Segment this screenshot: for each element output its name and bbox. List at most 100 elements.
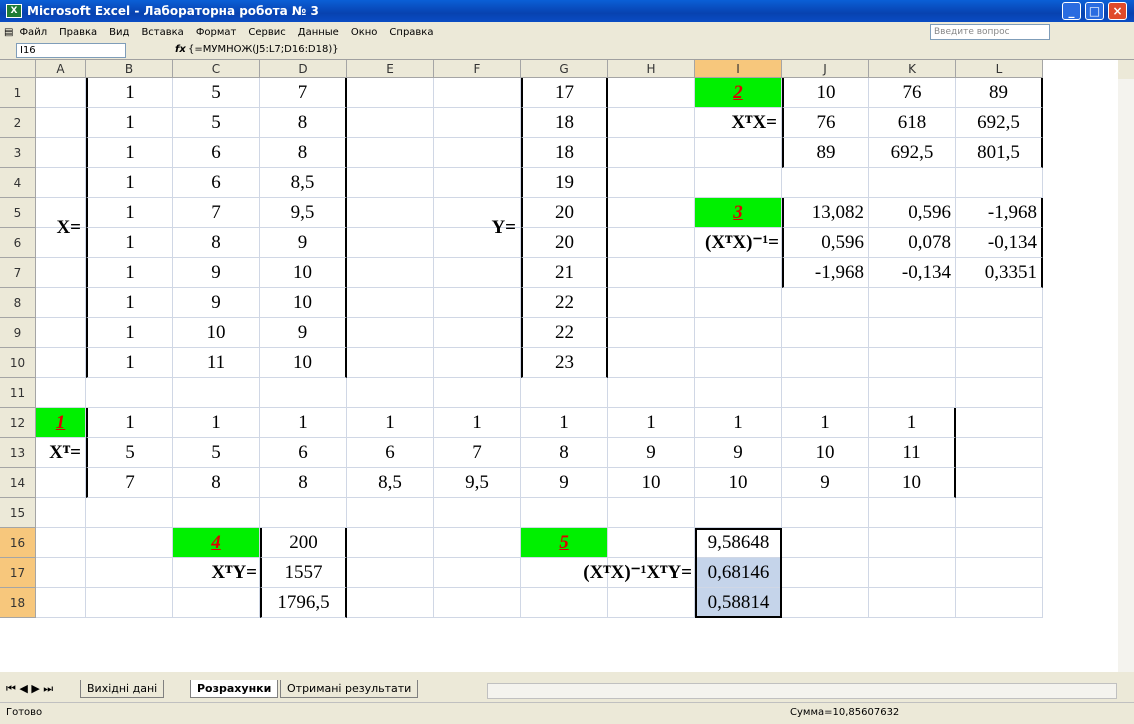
grid-cell[interactable] bbox=[36, 558, 86, 588]
row-header[interactable]: 7 bbox=[0, 258, 36, 288]
x-matrix-cell[interactable]: 10 bbox=[260, 348, 347, 378]
grid-cell[interactable] bbox=[36, 498, 86, 528]
grid-cell[interactable] bbox=[347, 348, 434, 378]
xtx-matrix-cell[interactable]: 801,5 bbox=[956, 138, 1043, 168]
y-label[interactable]: Y= bbox=[434, 198, 521, 258]
x-matrix-cell[interactable]: 6 bbox=[173, 138, 260, 168]
y-vector-cell[interactable]: 22 bbox=[521, 288, 608, 318]
grid-cell[interactable] bbox=[956, 528, 1043, 558]
grid-cell[interactable] bbox=[608, 228, 695, 258]
xt-matrix-cell[interactable]: 1 bbox=[347, 408, 434, 438]
row-header[interactable]: 10 bbox=[0, 348, 36, 378]
grid-cell[interactable] bbox=[347, 288, 434, 318]
column-header[interactable]: K bbox=[869, 60, 956, 78]
row-header[interactable]: 17 bbox=[0, 558, 36, 588]
grid-cell[interactable] bbox=[869, 168, 956, 198]
xt-matrix-cell[interactable]: 9 bbox=[782, 468, 869, 498]
step-2-marker[interactable]: 2 bbox=[695, 78, 782, 108]
grid-cell[interactable] bbox=[173, 378, 260, 408]
grid-cell[interactable] bbox=[36, 78, 86, 108]
xty-vector-cell[interactable]: 1557 bbox=[260, 558, 347, 588]
x-matrix-cell[interactable]: 8 bbox=[173, 228, 260, 258]
x-matrix-cell[interactable]: 1 bbox=[86, 168, 173, 198]
grid-cell[interactable] bbox=[173, 498, 260, 528]
result-vector-cell[interactable]: 0,68146 bbox=[695, 558, 782, 588]
close-icon[interactable]: × bbox=[1108, 2, 1127, 20]
grid-cell[interactable] bbox=[695, 378, 782, 408]
inverse-matrix-cell[interactable]: -1,968 bbox=[782, 258, 869, 288]
result-vector-cell[interactable]: 0,58814 bbox=[695, 588, 782, 618]
grid-cell[interactable] bbox=[869, 588, 956, 618]
grid-cell[interactable] bbox=[608, 198, 695, 228]
y-vector-cell[interactable]: 23 bbox=[521, 348, 608, 378]
row-header[interactable]: 15 bbox=[0, 498, 36, 528]
grid-cell[interactable] bbox=[347, 378, 434, 408]
inverse-matrix-cell[interactable]: 0,596 bbox=[869, 198, 956, 228]
y-vector-cell[interactable]: 20 bbox=[521, 228, 608, 258]
y-vector-cell[interactable]: 19 bbox=[521, 168, 608, 198]
grid-cell[interactable] bbox=[608, 588, 695, 618]
row-header[interactable]: 12 bbox=[0, 408, 36, 438]
x-matrix-cell[interactable]: 11 bbox=[173, 348, 260, 378]
grid-cell[interactable] bbox=[956, 408, 1043, 438]
grid-cell[interactable] bbox=[347, 258, 434, 288]
grid-cell[interactable] bbox=[869, 498, 956, 528]
menu-item-3[interactable]: Вставка bbox=[141, 27, 183, 38]
row-header[interactable]: 4 bbox=[0, 168, 36, 198]
grid-cell[interactable] bbox=[695, 498, 782, 528]
select-all[interactable] bbox=[0, 60, 36, 78]
grid-cell[interactable] bbox=[608, 378, 695, 408]
grid-cell[interactable] bbox=[608, 168, 695, 198]
x-matrix-cell[interactable]: 6 bbox=[173, 168, 260, 198]
grid-cell[interactable] bbox=[86, 588, 173, 618]
grid-cell[interactable] bbox=[782, 288, 869, 318]
grid-cell[interactable] bbox=[956, 468, 1043, 498]
x-matrix-cell[interactable]: 9 bbox=[173, 288, 260, 318]
horizontal-scrollbar[interactable] bbox=[487, 683, 1117, 699]
grid-cell[interactable] bbox=[86, 558, 173, 588]
xt-matrix-cell[interactable]: 11 bbox=[869, 438, 956, 468]
grid-cell[interactable] bbox=[347, 528, 434, 558]
sheet-tab[interactable]: Розрахунки bbox=[190, 680, 279, 698]
xt-matrix-cell[interactable]: 9 bbox=[608, 438, 695, 468]
grid-cell[interactable] bbox=[869, 558, 956, 588]
grid-cell[interactable] bbox=[434, 588, 521, 618]
row-header[interactable]: 5 bbox=[0, 198, 36, 228]
menu-item-1[interactable]: Правка bbox=[59, 27, 97, 38]
x-matrix-cell[interactable]: 9 bbox=[173, 258, 260, 288]
ask-question-input[interactable]: Введите вопрос bbox=[930, 24, 1050, 40]
grid-cell[interactable] bbox=[36, 378, 86, 408]
x-matrix-cell[interactable]: 5 bbox=[173, 108, 260, 138]
xt-matrix-cell[interactable]: 8 bbox=[521, 438, 608, 468]
grid-cell[interactable] bbox=[86, 498, 173, 528]
grid-cell[interactable] bbox=[434, 258, 521, 288]
xtx-matrix-cell[interactable]: 76 bbox=[782, 108, 869, 138]
grid-cell[interactable] bbox=[608, 258, 695, 288]
grid-cell[interactable] bbox=[260, 378, 347, 408]
maximize-icon[interactable]: □ bbox=[1085, 2, 1104, 20]
x-matrix-cell[interactable]: 10 bbox=[173, 318, 260, 348]
menu-item-7[interactable]: Окно bbox=[351, 27, 378, 38]
inverse-matrix-cell[interactable]: 0,3351 bbox=[956, 258, 1043, 288]
inverse-matrix-cell[interactable]: 0,078 bbox=[869, 228, 956, 258]
menu-item-2[interactable]: Вид bbox=[109, 27, 129, 38]
grid-cell[interactable] bbox=[869, 318, 956, 348]
grid-cell[interactable] bbox=[608, 348, 695, 378]
result-label[interactable]: (XᵀX)⁻¹XᵀY= bbox=[521, 558, 695, 588]
x-matrix-cell[interactable]: 9 bbox=[260, 318, 347, 348]
y-vector-cell[interactable]: 20 bbox=[521, 198, 608, 228]
y-vector-cell[interactable]: 17 bbox=[521, 78, 608, 108]
menu-item-0[interactable]: Файл bbox=[19, 27, 47, 38]
grid-cell[interactable] bbox=[608, 528, 695, 558]
inverse-matrix-cell[interactable]: -0,134 bbox=[869, 258, 956, 288]
column-header[interactable]: F bbox=[434, 60, 521, 78]
grid-cell[interactable] bbox=[869, 378, 956, 408]
column-header[interactable]: A bbox=[36, 60, 86, 78]
grid-cell[interactable] bbox=[956, 498, 1043, 528]
xtx-matrix-cell[interactable]: 76 bbox=[869, 78, 956, 108]
xtx-matrix-cell[interactable]: 89 bbox=[956, 78, 1043, 108]
row-header[interactable]: 18 bbox=[0, 588, 36, 618]
grid-cell[interactable] bbox=[434, 108, 521, 138]
grid-cell[interactable] bbox=[36, 258, 86, 288]
vertical-scrollbar[interactable] bbox=[1118, 79, 1134, 672]
